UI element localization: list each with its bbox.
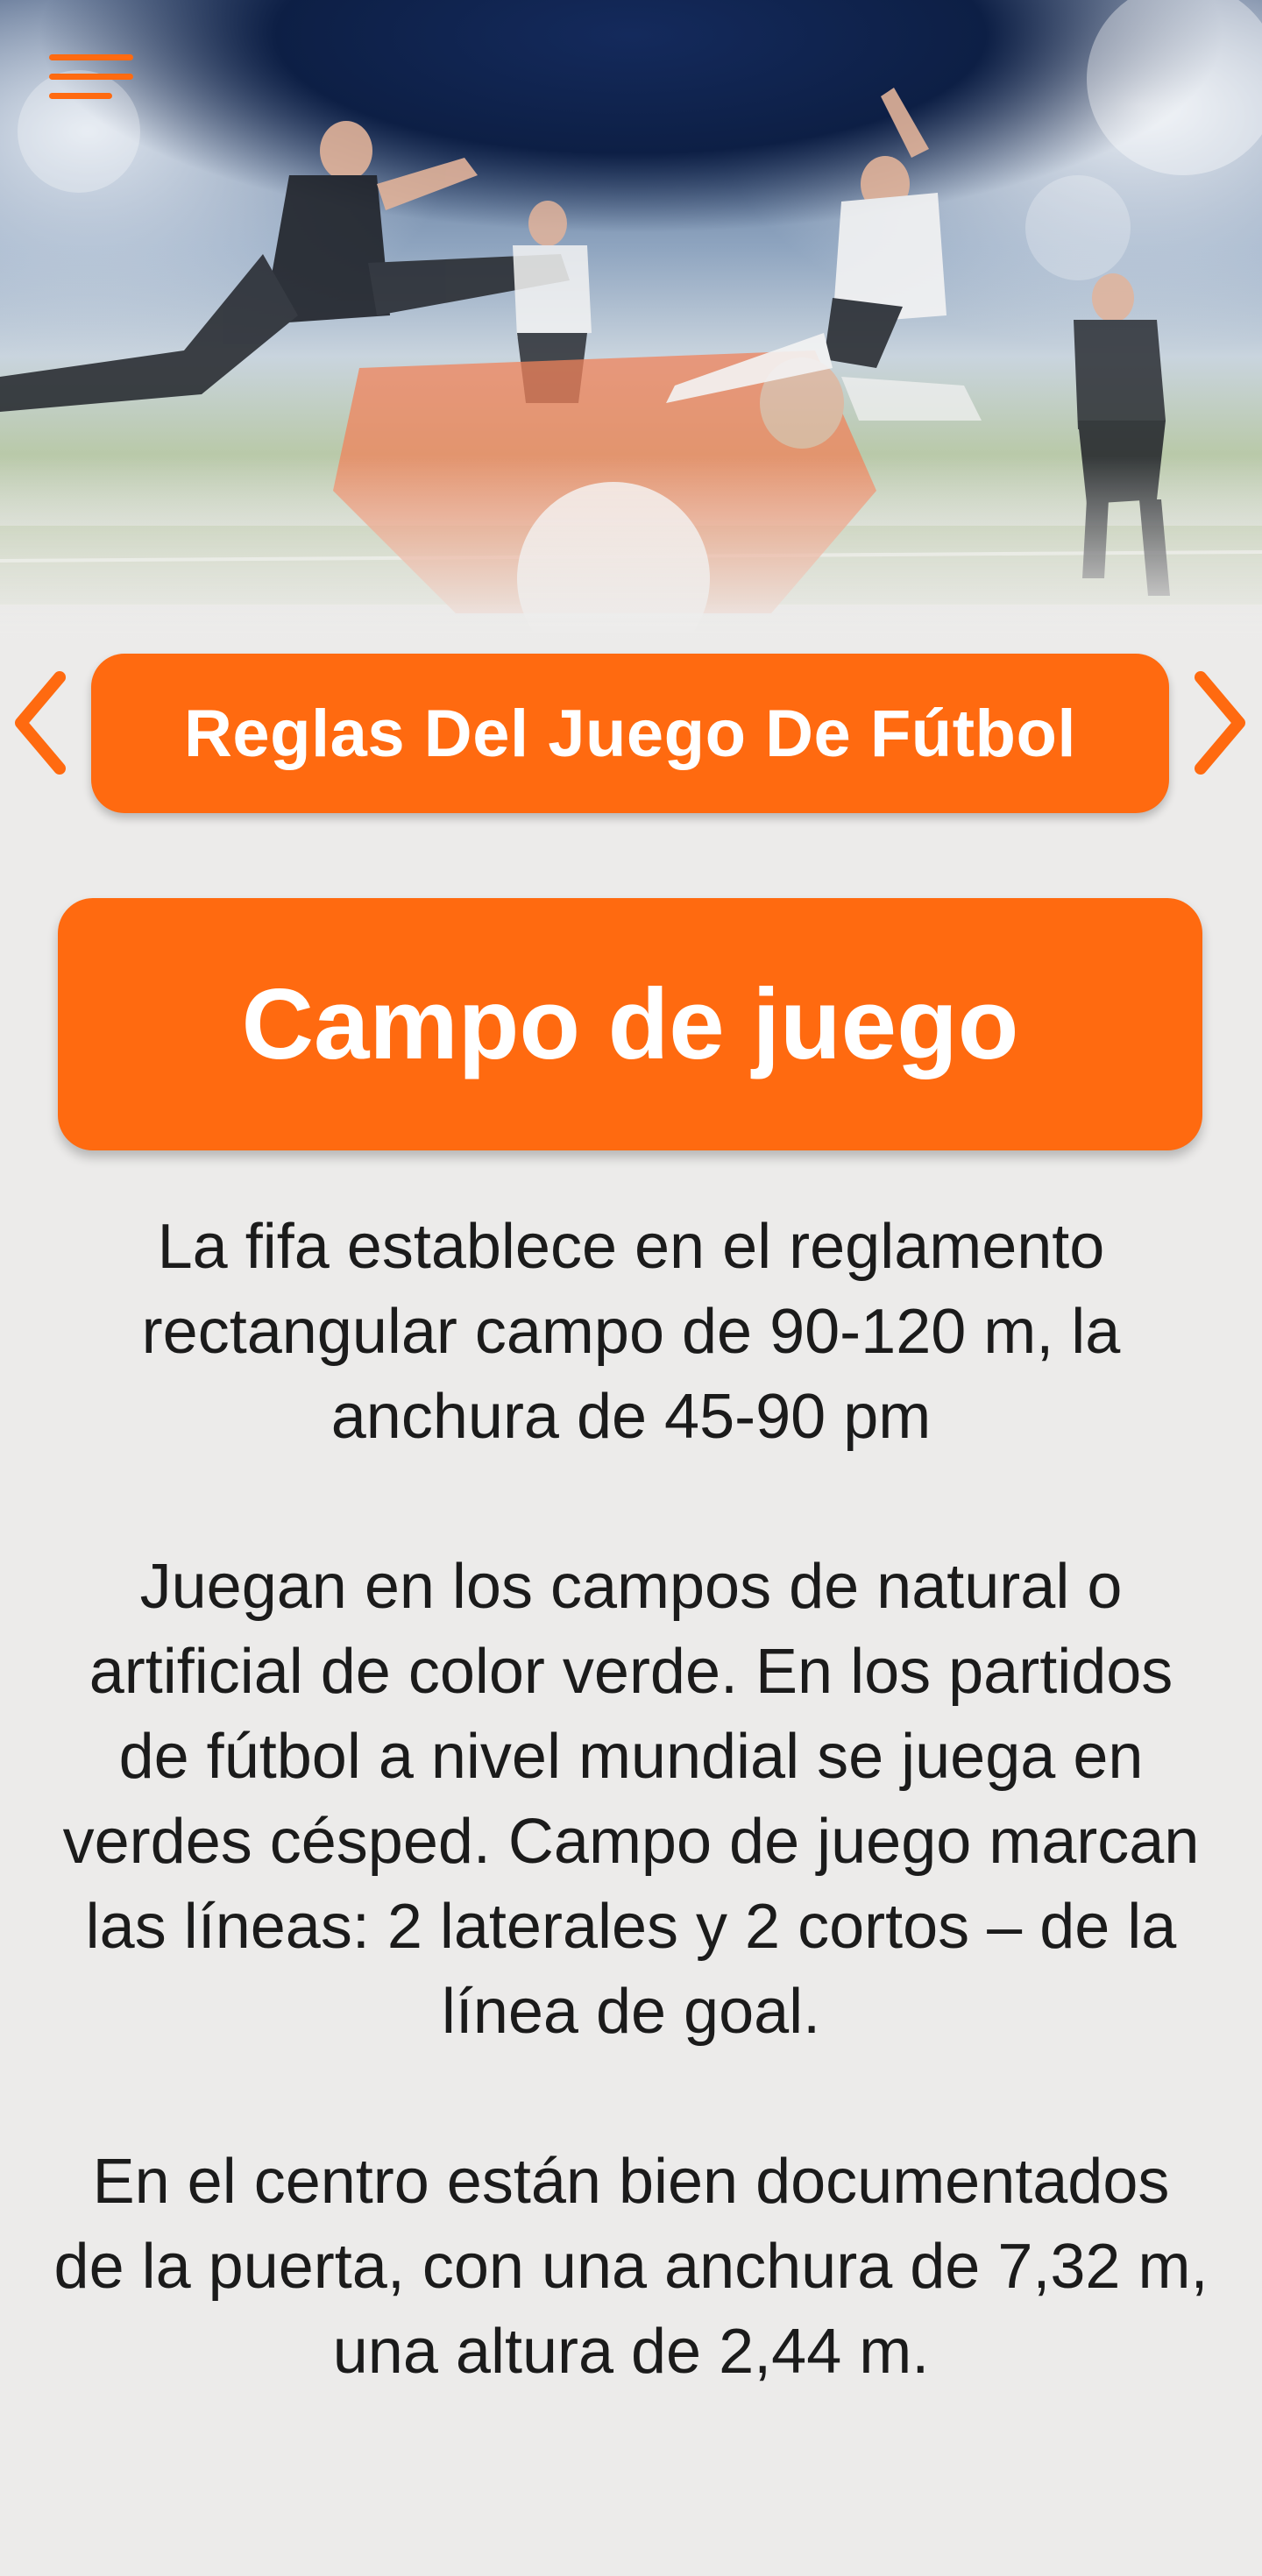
hero-image bbox=[0, 0, 1262, 648]
menu-line bbox=[49, 54, 133, 60]
section-header-card: Campo de juego bbox=[58, 898, 1202, 1150]
paragraph: La fifa establece en el reglamento recta… bbox=[141, 1212, 1121, 1452]
chevron-right-icon[interactable] bbox=[1190, 670, 1251, 775]
section-title: Campo de juego bbox=[241, 968, 1019, 1080]
paragraph: Juegan en los campos de natural o artifi… bbox=[62, 1552, 1200, 2047]
menu-line bbox=[49, 93, 112, 99]
article-body: La fifa establece en el reglamento recta… bbox=[53, 1205, 1209, 2480]
paragraph: En el centro están bien documentados de … bbox=[53, 2147, 1209, 2387]
hero-fade-overlay bbox=[0, 456, 1262, 648]
menu-line bbox=[49, 74, 133, 80]
chevron-left-icon[interactable] bbox=[9, 670, 70, 775]
hamburger-menu-icon[interactable] bbox=[49, 54, 133, 103]
page-title: Reglas Del Juego De Fútbol bbox=[183, 696, 1077, 771]
page-title-banner: Reglas Del Juego De Fútbol bbox=[91, 654, 1169, 813]
